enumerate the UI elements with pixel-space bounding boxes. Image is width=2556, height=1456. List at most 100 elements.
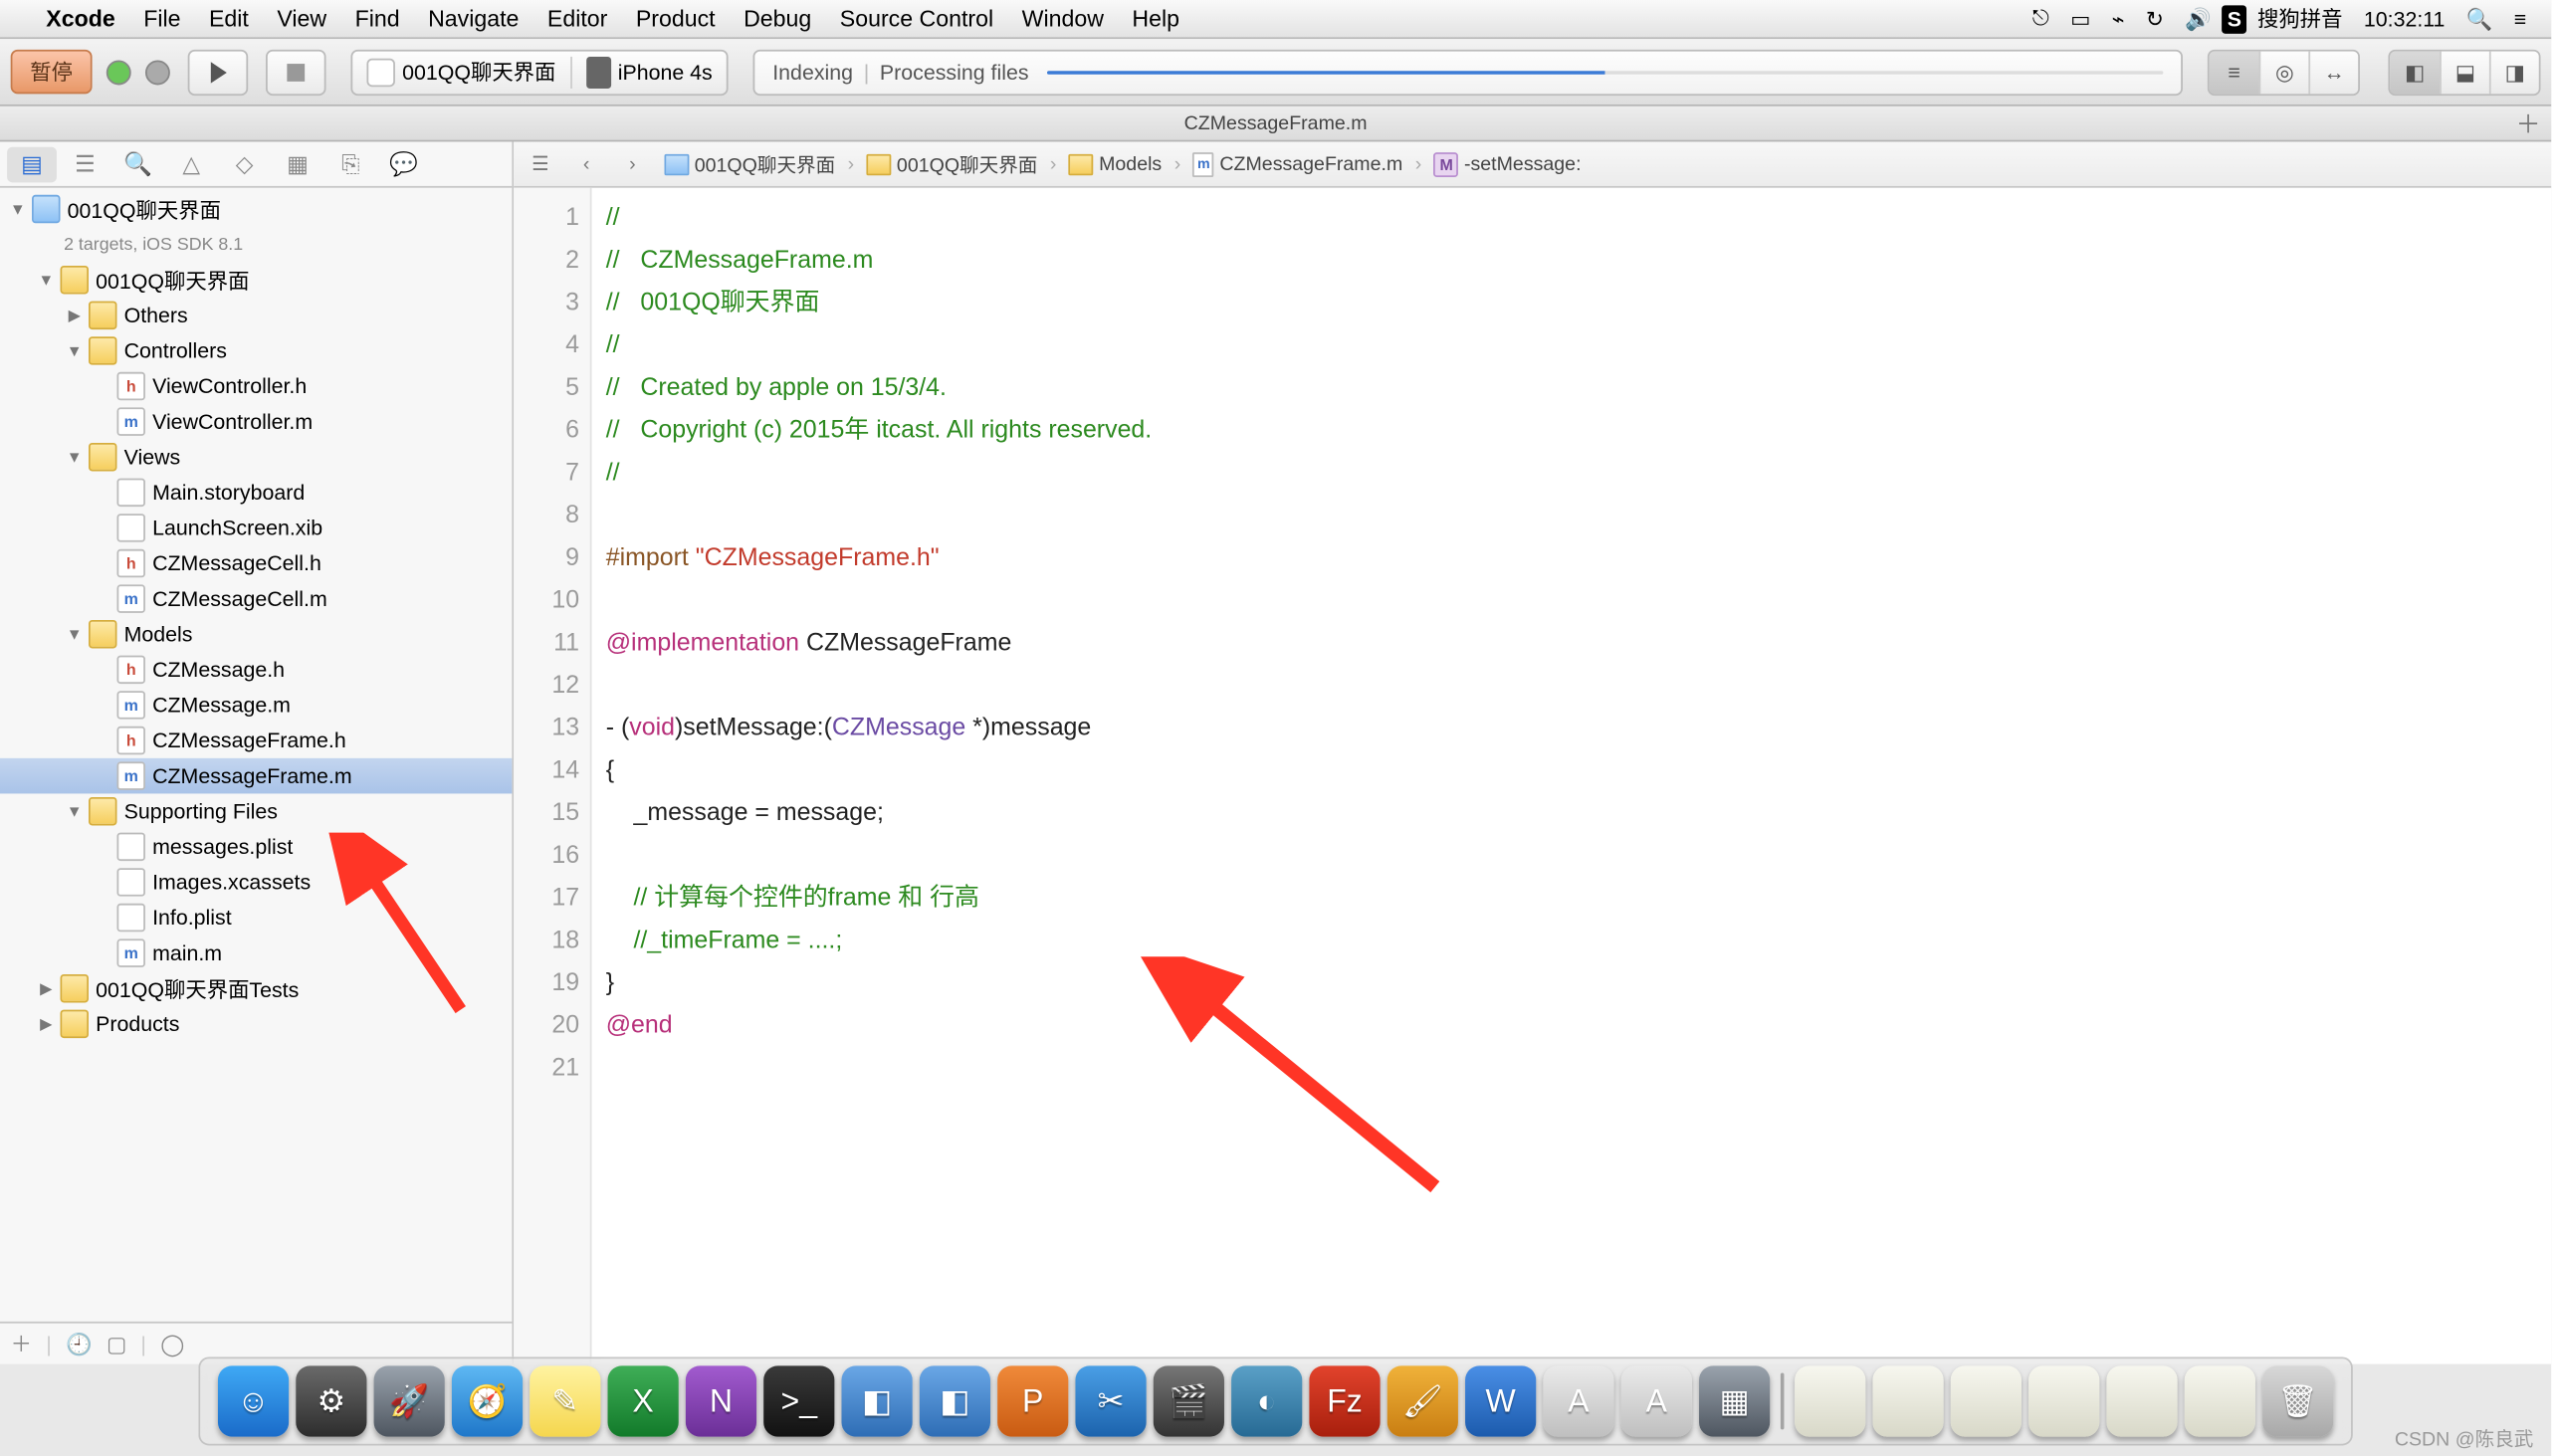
tree-row[interactable]: mViewController.m	[0, 404, 512, 440]
version-editor-icon[interactable]: ↔	[2308, 51, 2358, 94]
tree-row[interactable]: Info.plist	[0, 900, 512, 936]
dock-finder-icon[interactable]: ☺	[218, 1365, 289, 1436]
menu-item[interactable]: Editor	[533, 5, 622, 32]
dock-doc5-icon[interactable]	[2106, 1365, 2177, 1436]
code-line[interactable]	[606, 1045, 2537, 1088]
tree-row[interactable]: ▼Supporting Files	[0, 793, 512, 829]
menu-item[interactable]: File	[129, 5, 195, 32]
code-line[interactable]: // CZMessageFrame.m	[606, 238, 2537, 281]
ime-label[interactable]: 搜狗拼音	[2246, 4, 2353, 34]
menu-item[interactable]: Edit	[195, 5, 263, 32]
volume-icon[interactable]: 🔊	[2174, 6, 2222, 31]
breakpoint-navigator-icon[interactable]: ⎘	[326, 146, 376, 182]
tree-row[interactable]: Main.storyboard	[0, 475, 512, 511]
tree-row[interactable]: ▼Models	[0, 616, 512, 652]
tree-row[interactable]: mmain.m	[0, 936, 512, 971]
symbol-navigator-icon[interactable]: ☰	[61, 146, 110, 182]
disclosure-icon[interactable]: ▶	[36, 1014, 57, 1034]
code-line[interactable]: //	[606, 450, 2537, 493]
spotlight-icon[interactable]: 🔍	[2455, 6, 2503, 31]
pause-button[interactable]: 暂停	[11, 50, 93, 94]
dock-doc2-icon[interactable]	[1872, 1365, 1943, 1436]
dock-terminal-icon[interactable]: >_	[763, 1365, 834, 1436]
tree-row[interactable]: ▼Views	[0, 439, 512, 475]
dock-filezilla-icon[interactable]: Fz	[1309, 1365, 1380, 1436]
jump-bar[interactable]: ☰ ‹ › 001QQ聊天界面 › 001QQ聊天界面 › Models › m…	[514, 141, 2551, 187]
standard-editor-icon[interactable]: ≡	[2210, 51, 2259, 94]
tree-row[interactable]: hViewController.h	[0, 368, 512, 404]
code-content[interactable]: //// CZMessageFrame.m// 001QQ聊天界面//// Cr…	[592, 188, 2552, 1364]
clock[interactable]: 10:32:11	[2353, 6, 2455, 31]
tab-title[interactable]: CZMessageFrame.m	[1184, 112, 1368, 133]
code-line[interactable]: //	[606, 322, 2537, 365]
code-line[interactable]	[606, 833, 2537, 876]
dock-screenshot-icon[interactable]: ✂	[1075, 1365, 1146, 1436]
dock-app1-icon[interactable]: ◧	[842, 1365, 913, 1436]
tree-row[interactable]: messages.plist	[0, 829, 512, 865]
code-line[interactable]	[606, 493, 2537, 535]
dock-doc6-icon[interactable]	[2185, 1365, 2255, 1436]
forward-button[interactable]: ›	[613, 146, 652, 182]
dock-app4-icon[interactable]: ▦	[1699, 1365, 1770, 1436]
disclosure-icon[interactable]: ▼	[64, 802, 85, 820]
dock-settings-icon[interactable]: ⚙	[296, 1365, 366, 1436]
tree-row[interactable]: mCZMessageFrame.m	[0, 758, 512, 794]
panel-visibility-segmented[interactable]: ◧ ⬓ ◨	[2388, 49, 2540, 95]
dock-doc3-icon[interactable]	[1951, 1365, 2022, 1436]
dock-xcode1-icon[interactable]: A	[1543, 1365, 1613, 1436]
jb-subgroup[interactable]: Models	[1099, 153, 1162, 174]
editor-mode-segmented[interactable]: ≡ ◎ ↔	[2208, 49, 2360, 95]
tree-row[interactable]: ▼Controllers	[0, 333, 512, 369]
dock-movie-icon[interactable]: 🎬	[1154, 1365, 1224, 1436]
tree-row[interactable]: ▼001QQ聊天界面	[0, 191, 512, 227]
filter-scm-icon[interactable]: ▢	[106, 1332, 126, 1356]
report-navigator-icon[interactable]: 💬	[379, 146, 429, 182]
tree-row[interactable]: mCZMessageCell.m	[0, 581, 512, 617]
related-items-icon[interactable]: ☰	[521, 146, 559, 182]
test-navigator-icon[interactable]: ◇	[220, 146, 270, 182]
code-line[interactable]: #import "CZMessageFrame.h"	[606, 535, 2537, 578]
tree-row[interactable]: ▶Others	[0, 298, 512, 333]
project-navigator-icon[interactable]: ▤	[7, 146, 57, 182]
code-line[interactable]: _message = message;	[606, 790, 2537, 833]
ime-icon[interactable]: S	[2222, 4, 2246, 32]
add-tab-button[interactable]: ＋	[2516, 105, 2541, 141]
tree-row[interactable]: hCZMessageFrame.h	[0, 723, 512, 758]
disclosure-icon[interactable]: ▼	[64, 342, 85, 360]
dock-app3-icon[interactable]: ◐	[1231, 1365, 1302, 1436]
filter-field-icon[interactable]: ◯	[160, 1332, 184, 1356]
bottom-panel-icon[interactable]: ⬓	[2440, 51, 2489, 94]
jb-project[interactable]: 001QQ聊天界面	[695, 149, 835, 177]
code-line[interactable]: //_timeFrame = ....;	[606, 918, 2537, 960]
dock-launchpad-icon[interactable]: 🚀	[374, 1365, 445, 1436]
code-line[interactable]: // Copyright (c) 2015年 itcast. All right…	[606, 407, 2537, 450]
code-line[interactable]: // 001QQ聊天界面	[606, 280, 2537, 322]
menu-item[interactable]: Find	[340, 5, 414, 32]
dock-excel-icon[interactable]: X	[608, 1365, 679, 1436]
disclosure-icon[interactable]: ▶	[64, 306, 85, 325]
right-panel-icon[interactable]: ◨	[2489, 51, 2539, 94]
notification-center-icon[interactable]: ≡	[2503, 6, 2537, 31]
code-line[interactable]: @end	[606, 1002, 2537, 1045]
tree-row[interactable]: LaunchScreen.xib	[0, 511, 512, 546]
tree-row[interactable]: ▶001QQ聊天界面Tests	[0, 970, 512, 1006]
jb-file[interactable]: CZMessageFrame.m	[1219, 153, 1402, 174]
add-button-icon[interactable]: ＋	[11, 1329, 32, 1358]
status-icon[interactable]: ▭	[2059, 6, 2101, 31]
dock-notes-icon[interactable]: ✎	[530, 1365, 600, 1436]
code-line[interactable]	[606, 663, 2537, 706]
tree-row[interactable]: ▶Products	[0, 1006, 512, 1042]
code-line[interactable]: }	[606, 960, 2537, 1003]
dock-word-icon[interactable]: W	[1465, 1365, 1536, 1436]
menu-item[interactable]: Product	[622, 5, 730, 32]
menu-item[interactable]: Source Control	[826, 5, 1008, 32]
tree-row[interactable]: ▼001QQ聊天界面	[0, 262, 512, 298]
traffic-light-icon[interactable]	[106, 60, 131, 85]
dock-xcode2-icon[interactable]: A	[1621, 1365, 1692, 1436]
scheme-selector[interactable]: 001QQ聊天界面 iPhone 4s	[350, 49, 728, 95]
code-line[interactable]: //	[606, 195, 2537, 238]
dock-trash-icon[interactable]: 🗑	[2262, 1365, 2333, 1436]
code-line[interactable]: // 计算每个控件的frame 和 行高	[606, 875, 2537, 918]
left-panel-icon[interactable]: ◧	[2390, 51, 2440, 94]
dock-app2-icon[interactable]: ◧	[920, 1365, 990, 1436]
